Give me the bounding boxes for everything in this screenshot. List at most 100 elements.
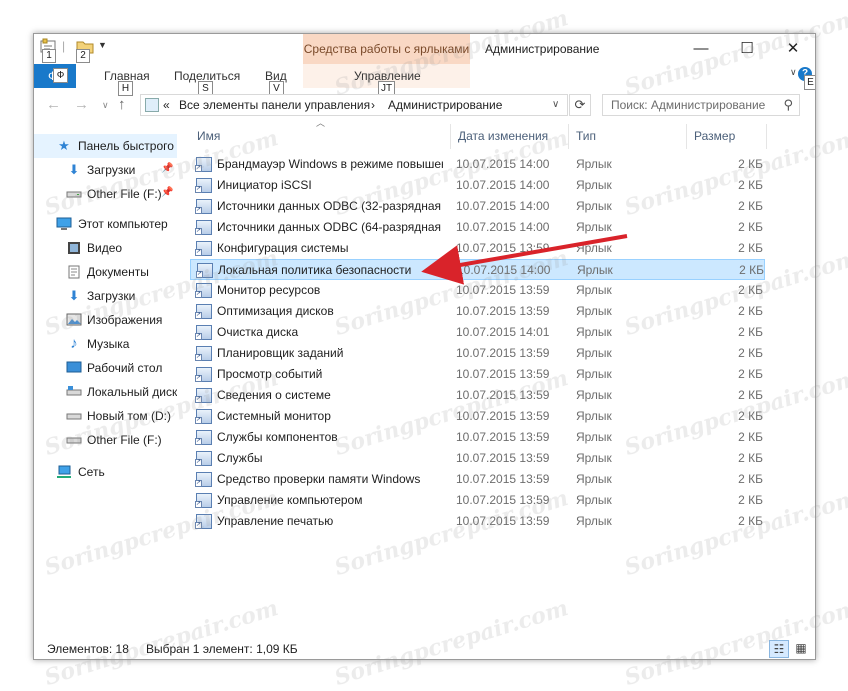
nav-item-quick-access[interactable]: ★ Панель быстрого доступа xyxy=(34,134,177,158)
table-row[interactable]: ↗ Брандмауэр Windows в режиме повышенной … xyxy=(190,154,765,175)
breadcrumb-administration[interactable]: Администрирование xyxy=(388,98,502,112)
row-size: 2 КБ xyxy=(739,263,764,277)
explorer-window: 1 | 2 ▼ Средства работы с ярлыками Админ… xyxy=(33,33,816,660)
properties-icon[interactable]: 1 xyxy=(40,38,58,63)
table-row[interactable]: ↗ Управление компьютером 10.07.2015 13:59 Я… xyxy=(190,490,765,511)
drive-icon xyxy=(66,409,82,423)
refresh-button[interactable]: ⟳ xyxy=(569,94,591,116)
context-tab-header: Средства работы с ярлыками xyxy=(303,34,470,64)
star-icon: ★ xyxy=(58,138,70,153)
row-name: Просмотр событий xyxy=(217,367,323,381)
table-row[interactable]: ↗ Инициатор iSCSI 10.07.2015 14:00 Ярлык 2 К… xyxy=(190,175,765,196)
breadcrumb-separator: › xyxy=(371,98,375,112)
row-date: 10.07.2015 13:59 xyxy=(456,367,550,381)
address-dropdown-icon[interactable]: ∨ xyxy=(552,99,559,110)
row-type: Ярлык xyxy=(576,283,612,297)
breadcrumb-control-panel[interactable]: Все элементы панели управления xyxy=(179,98,370,112)
up-arrow-icon[interactable]: ↑ xyxy=(118,96,126,113)
search-input[interactable]: Поиск: Администрирование xyxy=(611,98,765,112)
shortcut-arrow-icon: ↗ xyxy=(195,249,202,256)
column-header-size[interactable]: Размер xyxy=(687,124,767,149)
table-row[interactable]: ↗ Источники данных ODBC (32-разрядная вер… xyxy=(190,196,765,217)
shortcut-arrow-icon: ↗ xyxy=(195,312,202,319)
row-date: 10.07.2015 13:59 xyxy=(456,514,550,528)
maximize-button[interactable]: ☐ xyxy=(724,34,770,64)
nav-item-downloads-pinned[interactable]: ⬇ Загрузки 📌 xyxy=(34,158,177,182)
download-icon: ⬇ xyxy=(68,288,80,303)
desktop-icon xyxy=(66,361,82,375)
large-icons-view-button[interactable]: ▦ xyxy=(791,640,811,658)
nav-item-label: Видео xyxy=(87,241,123,255)
row-type: Ярлык xyxy=(576,199,612,213)
row-type: Ярлык xyxy=(576,241,612,255)
nav-item-this-pc[interactable]: Этот компьютер xyxy=(34,212,177,236)
nav-item-music[interactable]: ♪ Музыка xyxy=(34,332,177,356)
row-size: 2 КБ xyxy=(738,472,763,486)
nav-item-documents[interactable]: Документы xyxy=(34,260,177,284)
search-icon[interactable]: ⚲ xyxy=(783,97,793,113)
ribbon-expand-icon[interactable]: ∨ xyxy=(790,67,797,78)
column-header-label: Размер xyxy=(694,129,736,143)
back-arrow-icon[interactable]: ← xyxy=(46,96,61,113)
row-size: 2 КБ xyxy=(738,430,763,444)
table-row[interactable]: ↗ Монитор ресурсов 10.07.2015 13:59 Ярлык 2 … xyxy=(190,280,765,301)
table-row[interactable]: ↗ Планировщик заданий 10.07.2015 13:59 Ярлы… xyxy=(190,343,765,364)
row-name: Службы компонентов xyxy=(217,430,338,444)
nav-item-label: Загрузки xyxy=(87,289,136,303)
table-row[interactable]: ↗ Оптимизация дисков 10.07.2015 13:59 Ярлык… xyxy=(190,301,765,322)
close-button[interactable]: ✕ xyxy=(770,34,815,64)
images-icon xyxy=(66,313,82,327)
shortcut-arrow-icon: ↗ xyxy=(195,207,202,214)
row-size: 2 КБ xyxy=(738,283,763,297)
table-row[interactable]: ↗ Просмотр событий 10.07.2015 13:59 Ярлык 2 … xyxy=(190,364,765,385)
row-date: 10.07.2015 14:00 xyxy=(456,157,550,171)
nav-item-new-volume[interactable]: Новый том (D:) xyxy=(34,404,177,428)
table-row[interactable]: ↗ Конфигурация системы 10.07.2015 13:59 Ярл… xyxy=(190,238,765,259)
computer-icon xyxy=(56,217,72,231)
nav-item-other-file[interactable]: Other File (F:) xyxy=(34,428,177,452)
row-date: 10.07.2015 14:00 xyxy=(456,199,550,213)
nav-item-video[interactable]: Видео xyxy=(34,236,177,260)
navigation-bar: ← → ∨ ↑ « Все элементы панели управления… xyxy=(34,88,815,120)
recent-locations-icon[interactable]: ∨ xyxy=(102,100,109,111)
row-type: Ярлык xyxy=(576,472,612,486)
nav-item-other-file-pinned[interactable]: Other File (F:) 📌 xyxy=(34,182,177,206)
qat-dropdown-icon[interactable]: ▼ xyxy=(98,40,107,50)
minimize-button[interactable]: — xyxy=(678,34,724,64)
address-bar[interactable]: « Все элементы панели управления › Админ… xyxy=(140,94,568,116)
table-row[interactable]: ↗ Службы 10.07.2015 13:59 Ярлык 2 КБ xyxy=(190,448,765,469)
control-panel-icon xyxy=(145,98,159,112)
pin-icon: 📌 xyxy=(161,187,174,198)
row-date: 10.07.2015 14:00 xyxy=(457,263,551,277)
table-row[interactable]: ↗ Средство проверки памяти Windows 10.07.2… xyxy=(190,469,765,490)
row-size: 2 КБ xyxy=(738,514,763,528)
column-header-name[interactable]: Имя xyxy=(190,124,451,149)
table-row[interactable]: ↗ Локальная политика безопасности 10.07.20… xyxy=(190,259,765,280)
nav-item-desktop[interactable]: Рабочий стол xyxy=(34,356,177,380)
table-row[interactable]: ↗ Очистка диска 10.07.2015 14:01 Ярлык 2 КБ xyxy=(190,322,765,343)
row-date: 10.07.2015 14:01 xyxy=(456,325,550,339)
search-box[interactable]: Поиск: Администрирование ⚲ xyxy=(602,94,800,116)
table-row[interactable]: ↗ Системный монитор 10.07.2015 13:59 Ярлык 2… xyxy=(190,406,765,427)
column-header-type[interactable]: Тип xyxy=(569,124,687,149)
row-size: 2 КБ xyxy=(738,220,763,234)
column-header-date[interactable]: Дата изменения xyxy=(451,124,569,149)
details-view-button[interactable]: ☷ xyxy=(769,640,789,658)
shortcut-arrow-icon: ↗ xyxy=(195,375,202,382)
row-type: Ярлык xyxy=(576,388,612,402)
new-folder-icon[interactable]: 2 xyxy=(76,38,94,63)
row-name: Брандмауэр Windows в режиме повышенной б… xyxy=(217,157,443,171)
table-row[interactable]: ↗ Сведения о системе 10.07.2015 13:59 Ярлык… xyxy=(190,385,765,406)
table-row[interactable]: ↗ Управление печатью 10.07.2015 13:59 Ярлык… xyxy=(190,511,765,532)
table-row[interactable]: ↗ Службы компонентов 10.07.2015 13:59 Ярлык… xyxy=(190,427,765,448)
column-header-label: Дата изменения xyxy=(458,129,549,143)
shortcut-arrow-icon: ↗ xyxy=(195,480,202,487)
nav-item-images[interactable]: Изображения xyxy=(34,308,177,332)
shortcut-arrow-icon: ↗ xyxy=(195,501,202,508)
nav-item-downloads[interactable]: ⬇ Загрузки xyxy=(34,284,177,308)
nav-item-network[interactable]: Сеть xyxy=(34,460,177,484)
forward-arrow-icon[interactable]: → xyxy=(74,96,89,113)
nav-item-local-disk[interactable]: Локальный диск (C:) xyxy=(34,380,177,404)
row-name: Планировщик заданий xyxy=(217,346,344,360)
table-row[interactable]: ↗ Источники данных ODBC (64-разрядная вер… xyxy=(190,217,765,238)
